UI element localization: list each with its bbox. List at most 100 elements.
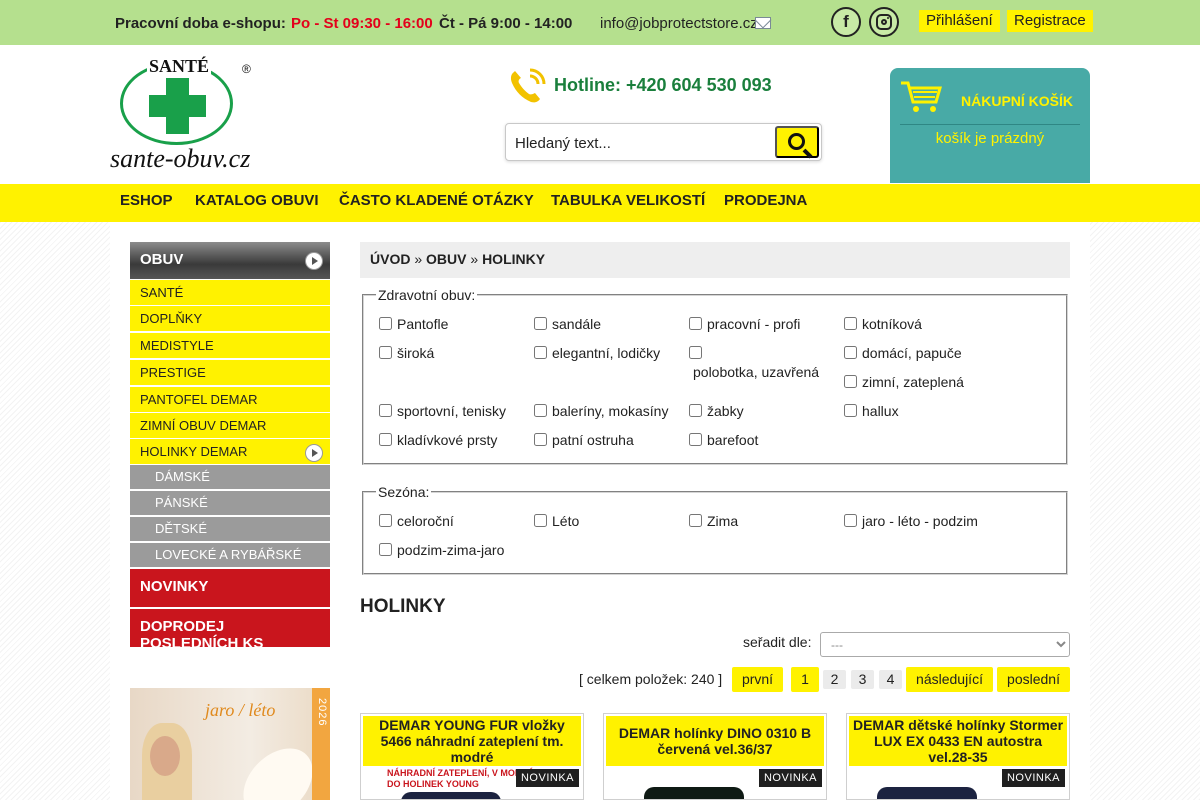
sort-select[interactable]: --- — [820, 632, 1070, 657]
filter-label: kladívkové prsty — [397, 432, 498, 448]
filter-label: domácí, papuče — [862, 345, 962, 361]
page-1[interactable]: 1 — [791, 667, 819, 692]
filter-checkbox[interactable] — [379, 404, 392, 417]
sidebar-sub-lovecke[interactable]: LOVECKÉ A RYBÁŘSKÉ — [130, 543, 330, 567]
season-checkbox[interactable] — [844, 514, 857, 527]
season-label: celoroční — [397, 513, 454, 529]
product-title: DEMAR YOUNG FUR vložky 5466 náhradní zat… — [363, 716, 581, 766]
sidebar-item-doplnky[interactable]: DOPLŇKY — [130, 306, 330, 331]
filter-checkbox[interactable] — [689, 433, 702, 446]
page-4[interactable]: 4 — [879, 670, 902, 689]
breadcrumb-home[interactable]: ÚVOD — [370, 251, 410, 267]
sidebar-item-prestige[interactable]: PRESTIGE — [130, 360, 330, 385]
phone-icon — [510, 68, 546, 103]
search-icon-handle — [802, 148, 813, 159]
logo-url: sante-obuv.cz — [110, 144, 251, 173]
page-2[interactable]: 2 — [823, 670, 846, 689]
breadcrumb-obuv[interactable]: OBUV — [426, 251, 466, 267]
filter-label: široká — [397, 345, 435, 361]
email-link[interactable]: info@jobprotectstore.cz — [600, 15, 758, 32]
filter-checkbox[interactable] — [534, 404, 547, 417]
season-checkbox[interactable] — [379, 543, 392, 556]
product-title: DEMAR holínky DINO 0310 B červená vel.36… — [606, 716, 824, 766]
sidebar-item-zimni-obuv-demar[interactable]: ZIMNÍ OBUV DEMAR — [130, 413, 330, 438]
sidebar-item-medistyle[interactable]: MEDISTYLE — [130, 333, 330, 358]
site-logo[interactable]: SANTÉ ® sante-obuv.cz — [110, 56, 270, 173]
logo-cross-bar — [149, 95, 206, 117]
sidebar-sub-damske[interactable]: DÁMSKÉ — [130, 465, 330, 489]
season-label: Léto — [552, 513, 580, 529]
filter-label: barefoot — [707, 432, 759, 448]
total-items: [ celkem položek: 240 ] — [579, 671, 723, 687]
nav-faq[interactable]: ČASTO KLADENÉ OTÁZKY — [339, 192, 534, 209]
login-button[interactable]: Přihlášení — [919, 10, 1000, 32]
product-card[interactable]: DEMAR holínky DINO 0310 B červená vel.36… — [603, 713, 827, 800]
sidebar-item-sante[interactable]: SANTÉ — [130, 280, 330, 305]
arrow-right-icon — [305, 252, 323, 270]
season-checkbox[interactable] — [689, 514, 702, 527]
filter-label: polobotka, uzavřená — [693, 364, 820, 380]
search-icon — [788, 133, 805, 150]
promo-text: jaro / léto — [205, 700, 276, 720]
instagram-icon[interactable] — [869, 7, 899, 37]
logo-registered-mark: ® — [242, 62, 251, 76]
filter-checkbox[interactable] — [844, 375, 857, 388]
filter-checkbox[interactable] — [534, 346, 547, 359]
filter-label: zimní, zateplená — [862, 374, 964, 390]
nav-size-table[interactable]: TABULKA VELIKOSTÍ — [551, 192, 705, 209]
nav-store[interactable]: PRODEJNA — [724, 192, 807, 209]
nav-catalog[interactable]: KATALOG OBUVI — [195, 192, 319, 209]
sidebar-sub-panske[interactable]: PÁNSKÉ — [130, 491, 330, 515]
new-badge: NOVINKA — [758, 769, 822, 787]
season-label: Zima — [707, 513, 739, 529]
sidebar-sub-detske[interactable]: DĚTSKÉ — [130, 517, 330, 541]
page-last[interactable]: poslední — [997, 667, 1070, 692]
page-3[interactable]: 3 — [851, 670, 874, 689]
facebook-icon[interactable]: f — [831, 7, 861, 37]
opening-hours-label: Pracovní doba e-shopu: — [115, 15, 286, 32]
sidebar-item-holinky-demar[interactable]: HOLINKY DEMAR — [130, 439, 330, 464]
sidebar-item-label: HOLINKY DEMAR — [140, 444, 248, 459]
season-checkbox[interactable] — [534, 514, 547, 527]
sidebar-doprodej[interactable]: DOPRODEJ POSLEDNÍCH KS — [130, 609, 330, 647]
page-first[interactable]: první — [732, 667, 783, 692]
season-label: jaro - léto - podzim — [862, 513, 978, 529]
breadcrumb-separator: » — [470, 251, 479, 267]
filter-checkbox[interactable] — [689, 346, 702, 359]
product-card[interactable]: DEMAR dětské holínky Stormer LUX EX 0433… — [846, 713, 1070, 800]
filter-checkbox[interactable] — [379, 433, 392, 446]
page-next[interactable]: následující — [906, 667, 993, 692]
filter-checkbox[interactable] — [379, 346, 392, 359]
filter-checkbox[interactable] — [379, 317, 392, 330]
product-card[interactable]: DEMAR YOUNG FUR vložky 5466 náhradní zat… — [360, 713, 584, 800]
nav-eshop[interactable]: ESHOP — [120, 192, 173, 209]
new-badge: NOVINKA — [515, 769, 579, 787]
shopping-cart[interactable]: NÁKUPNÍ KOŠÍK košík je prázdný — [890, 68, 1090, 183]
search-input[interactable] — [515, 133, 765, 153]
season-checkbox[interactable] — [379, 514, 392, 527]
filter-label: Pantofle — [397, 316, 449, 332]
breadcrumb-current: HOLINKY — [482, 251, 546, 267]
filter-checkbox[interactable] — [534, 317, 547, 330]
sort-label: seřadit dle: — [743, 634, 812, 650]
season-filter: Sezóna: — [362, 484, 1068, 575]
filter-checkbox[interactable] — [844, 404, 857, 417]
filter-checkbox[interactable] — [844, 317, 857, 330]
top-bar: Pracovní doba e-shopu: Po - St 09:30 - 1… — [0, 0, 1200, 45]
filter-label: kotníková — [862, 316, 922, 332]
sidebar-head-obuv[interactable]: OBUV — [130, 242, 330, 279]
filter-label: sportovní, tenisky — [397, 403, 506, 419]
promo-year-strip: 2026 — [312, 688, 330, 800]
breadcrumb-separator: » — [414, 251, 423, 267]
sidebar-novinky[interactable]: NOVINKY — [130, 569, 330, 607]
filter-checkbox[interactable] — [534, 433, 547, 446]
filter-checkbox[interactable] — [689, 404, 702, 417]
filter-checkbox[interactable] — [689, 317, 702, 330]
register-button[interactable]: Registrace — [1007, 10, 1093, 32]
search-button[interactable] — [775, 126, 819, 159]
product-image — [401, 792, 501, 799]
promo-banner[interactable]: jaro / léto 2026 — [130, 688, 330, 800]
filter-label: hallux — [862, 403, 899, 419]
filter-checkbox[interactable] — [844, 346, 857, 359]
sidebar-item-pantofel-demar[interactable]: PANTOFEL DEMAR — [130, 387, 330, 412]
